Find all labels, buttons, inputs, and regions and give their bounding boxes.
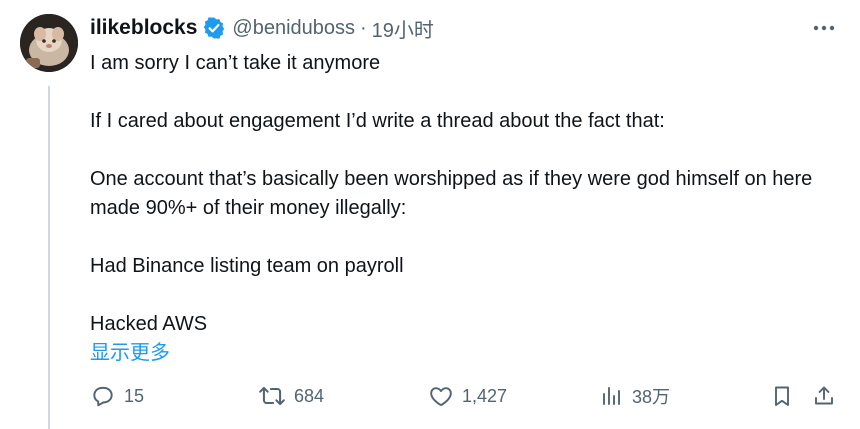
view-count: 38万 [632, 387, 671, 407]
tweet-body: I am sorry I can’t take it anymore If I … [90, 49, 830, 339]
tweet-actions-bar: 15 684 1,427 38万 [90, 380, 840, 412]
tweet-text-line: I am sorry I can’t take it anymore [90, 52, 381, 74]
tweet-header: ilikeblocks @beniduboss · 19小时 [90, 14, 434, 42]
reply-button[interactable]: 15 [90, 380, 144, 412]
views-button[interactable]: 38万 [600, 380, 670, 412]
reply-icon [90, 383, 116, 409]
bookmark-icon [770, 383, 794, 409]
repost-icon [258, 383, 286, 409]
analytics-bar-icon [600, 383, 624, 409]
reply-count: 15 [124, 385, 145, 406]
heart-icon [428, 383, 454, 409]
like-count: 1,427 [462, 385, 508, 406]
author-handle[interactable]: @beniduboss [232, 17, 355, 40]
tweet-timestamp[interactable]: 19小时 [372, 14, 434, 43]
share-icon [812, 383, 836, 409]
avatar[interactable] [20, 14, 78, 72]
avatar-image [20, 14, 78, 72]
tweet-text-line: If I cared about engagement I’d write a … [90, 110, 665, 132]
like-button[interactable]: 1,427 [428, 380, 507, 412]
bookmark-button[interactable] [770, 380, 794, 412]
show-more-link[interactable]: 显示更多 [90, 336, 170, 365]
more-horizontal-icon[interactable] [812, 16, 836, 40]
repost-count: 684 [294, 385, 325, 406]
author-display-name[interactable]: ilikeblocks [90, 16, 197, 40]
tweet-text-line: Hacked AWS [90, 313, 208, 335]
thread-connector-line [48, 86, 50, 429]
verified-badge-icon[interactable] [202, 16, 226, 40]
tweet-text-line: Had Binance listing team on payroll [90, 255, 404, 277]
share-button[interactable] [812, 380, 836, 412]
tweet-text-line: One account that’s basically been worshi… [90, 168, 813, 219]
repost-button[interactable]: 684 [258, 380, 324, 412]
header-separator: · [360, 16, 367, 39]
